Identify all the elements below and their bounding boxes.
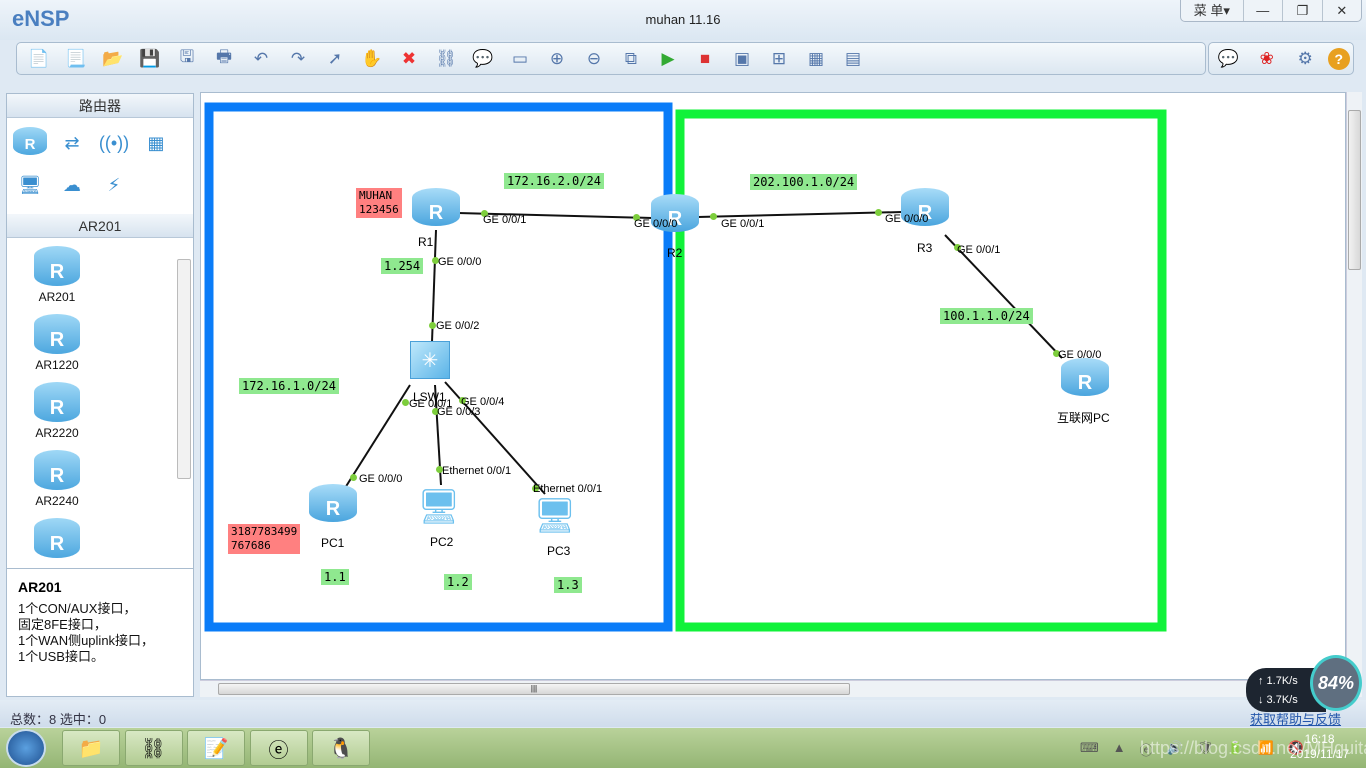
vertical-scroll-thumb[interactable] bbox=[1348, 110, 1361, 270]
port-label: GE 0/0/0 bbox=[438, 256, 482, 268]
ensp-icon[interactable]: ⛓ bbox=[124, 730, 183, 766]
port-label: GE 0/0/4 bbox=[461, 396, 505, 408]
port-label: GE 0/0/0 bbox=[885, 213, 929, 225]
network-label[interactable]: 100.1.1.0/24 bbox=[940, 308, 1033, 324]
clock[interactable]: 16:18 2019/11/17 bbox=[1290, 732, 1349, 762]
router-isp[interactable]: R bbox=[1061, 358, 1109, 396]
browser-icon[interactable]: ⓔ bbox=[249, 730, 308, 766]
explorer-icon[interactable]: 📁 bbox=[62, 730, 120, 766]
device-label: R1 bbox=[418, 235, 434, 249]
status-text: 总数：8 选中：0 bbox=[10, 712, 107, 727]
device-label: R3 bbox=[917, 241, 933, 255]
speed-percent[interactable]: 84% bbox=[1310, 655, 1362, 711]
port-label: GE 0/0/0 bbox=[1058, 349, 1102, 361]
clock-date: 2019/11/17 bbox=[1290, 747, 1350, 761]
ip-label[interactable]: 1.3 bbox=[554, 577, 582, 593]
network-label[interactable]: 172.16.2.0/24 bbox=[504, 173, 604, 189]
notepad-icon[interactable]: 📝 bbox=[187, 730, 245, 766]
router-pc1[interactable]: R bbox=[309, 484, 357, 522]
ip-label[interactable]: 1.254 bbox=[381, 258, 424, 274]
device-label: PC3 bbox=[547, 544, 571, 558]
tray-icon[interactable]: ▲ bbox=[1113, 740, 1126, 759]
port-label: GE 0/0/0 bbox=[634, 218, 678, 230]
device-label: R2 bbox=[667, 246, 683, 260]
port-label: GE 0/0/1 bbox=[483, 214, 527, 226]
note-pc1[interactable]: 3187783499 767686 bbox=[228, 524, 301, 554]
link-r2-r3[interactable] bbox=[697, 211, 903, 218]
ip-label[interactable]: 1.1 bbox=[321, 569, 349, 585]
port-label: Ethernet 0/0/1 bbox=[442, 465, 512, 477]
device-label: 互联网PC bbox=[1057, 411, 1110, 425]
port-label: GE 0/0/0 bbox=[359, 473, 403, 485]
horizontal-scrollbar[interactable]: ||| bbox=[200, 680, 1346, 697]
status-bar: 总数：8 选中：0 bbox=[0, 700, 1366, 727]
device-label: PC2 bbox=[430, 535, 454, 549]
pc-pc2[interactable]: 🖥 bbox=[417, 484, 461, 530]
ip-label[interactable]: 1.2 bbox=[444, 574, 472, 590]
pc-pc3[interactable]: 🖥 bbox=[533, 493, 577, 539]
port-dot bbox=[429, 322, 436, 329]
topology-links bbox=[204, 102, 1167, 632]
start-button[interactable] bbox=[6, 729, 46, 767]
switch-lsw1[interactable]: ✳ bbox=[410, 341, 450, 379]
horizontal-scroll-thumb[interactable]: ||| bbox=[218, 683, 850, 695]
router-r1[interactable]: R bbox=[412, 188, 460, 226]
port-dot bbox=[350, 474, 357, 481]
network-label[interactable]: 202.100.1.0/24 bbox=[750, 174, 858, 190]
port-dot bbox=[875, 209, 882, 216]
port-dot bbox=[710, 213, 717, 220]
port-dot bbox=[402, 399, 409, 406]
port-label: GE 0/0/1 bbox=[957, 244, 1001, 256]
port-label: GE 0/0/2 bbox=[436, 320, 480, 332]
qq-icon[interactable]: 🐧 bbox=[312, 730, 370, 766]
port-label: GE 0/0/1 bbox=[721, 218, 765, 230]
clock-time: 16:18 bbox=[1304, 732, 1335, 746]
device-label: PC1 bbox=[321, 536, 345, 550]
note-r1[interactable]: MUHAN 123456 bbox=[356, 188, 402, 218]
network-label[interactable]: 172.16.1.0/24 bbox=[239, 378, 339, 394]
tray-icon[interactable]: ⌨ bbox=[1080, 740, 1099, 759]
vertical-scrollbar[interactable] bbox=[1346, 92, 1362, 697]
port-label: Ethernet 0/0/1 bbox=[533, 483, 603, 495]
